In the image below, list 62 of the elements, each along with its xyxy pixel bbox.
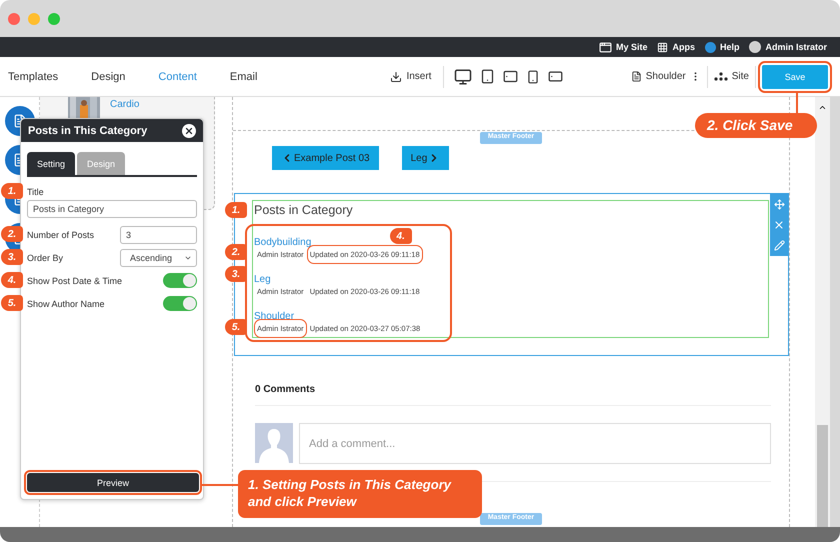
step-badge: 2. <box>1 226 23 242</box>
browser-window-icon <box>598 40 612 54</box>
step-badge: 1. <box>225 202 247 218</box>
step-badge: 4. <box>390 228 412 244</box>
avatar-placeholder <box>255 423 293 463</box>
field-label: Order By <box>27 252 64 262</box>
nav-tab[interactable]: Email <box>230 70 258 82</box>
comments-count: 0 Comments <box>255 384 771 406</box>
step-badge: 5. <box>1 295 23 311</box>
title-input[interactable]: Posts in Category <box>27 200 197 218</box>
edit-icon[interactable] <box>774 240 784 252</box>
toggle-switch[interactable] <box>163 273 197 288</box>
sitemap-icon <box>714 72 728 81</box>
top-bar-link[interactable]: Admin Istrator <box>749 41 827 53</box>
top-bar-link[interactable]: My Site <box>598 40 648 54</box>
scroll-up-icon[interactable] <box>818 103 827 112</box>
widget-title: Posts in Category <box>254 203 353 217</box>
step-badge: 1. <box>1 183 23 199</box>
move-icon[interactable] <box>774 198 784 210</box>
field-label: Title <box>27 187 45 197</box>
comment-input[interactable]: Add a comment... <box>299 423 771 464</box>
order-select[interactable]: Ascending <box>120 248 197 266</box>
top-bar-link[interactable]: Apps <box>657 42 695 52</box>
tablet-landscape-icon[interactable] <box>503 69 518 84</box>
maximize-dot[interactable] <box>48 12 60 24</box>
minimize-dot[interactable] <box>28 12 40 24</box>
toggle-switch[interactable] <box>163 296 197 311</box>
panel-title: Posts in This Category <box>28 124 148 136</box>
help-icon <box>704 42 716 52</box>
scroll-thumb[interactable] <box>817 425 828 527</box>
preview-button[interactable]: Preview <box>27 473 199 492</box>
page-selector[interactable]: Shoulder <box>630 71 686 82</box>
phone-landscape-icon[interactable] <box>548 69 564 84</box>
step-badge: 4. <box>1 272 23 288</box>
nav-tab[interactable]: Design <box>91 70 126 82</box>
field-label: Number of Posts <box>27 230 94 240</box>
callout: 1. Setting Posts in This Category and click Preview <box>238 470 482 518</box>
step-badge: 3. <box>225 266 247 282</box>
insert-button[interactable]: Insert <box>390 70 432 82</box>
site-button[interactable]: Site <box>714 71 749 82</box>
download-icon <box>390 70 402 82</box>
panel-tab[interactable]: Setting <box>27 152 75 175</box>
desktop-icon[interactable] <box>454 68 472 86</box>
close-dot[interactable] <box>8 12 20 24</box>
document-icon <box>630 71 642 82</box>
avatar-icon <box>749 41 762 53</box>
top-bar-link[interactable]: Help <box>704 42 740 52</box>
post-nav-button[interactable]: Example Post 03 <box>272 146 379 170</box>
step-badge: 2. <box>225 244 247 260</box>
close-icon[interactable] <box>182 124 196 138</box>
phone-icon[interactable] <box>526 70 540 84</box>
step-badge: 3. <box>1 249 23 265</box>
field-label: Show Post Date & Time <box>27 276 122 286</box>
scrollbar[interactable] <box>815 97 830 527</box>
number-input[interactable]: 3 <box>120 226 197 244</box>
grid-icon <box>657 42 668 52</box>
tablet-icon[interactable] <box>480 69 496 84</box>
post-nav-button[interactable]: Leg <box>402 146 450 170</box>
nav-tab[interactable]: Templates <box>8 70 58 82</box>
field-label: Show Author Name <box>27 298 105 308</box>
step-badge: 5. <box>225 319 247 335</box>
callout: 2. Click Save <box>695 113 817 138</box>
